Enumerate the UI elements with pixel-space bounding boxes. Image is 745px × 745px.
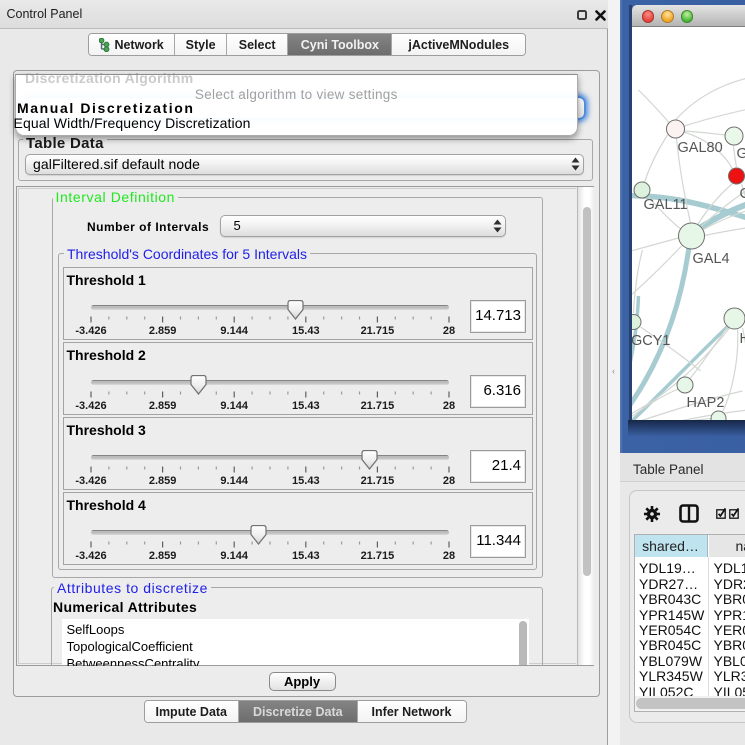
svg-text:GAL3: GAL3: [736, 146, 745, 162]
svg-text:GAL4: GAL4: [692, 251, 729, 267]
svg-text:GAL11: GAL11: [643, 197, 687, 213]
svg-text:GAL80: GAL80: [677, 140, 722, 156]
svg-text:C: C: [739, 186, 745, 202]
svg-text:HAP2: HAP2: [686, 395, 724, 411]
svg-text:GCY1: GCY1: [632, 333, 671, 349]
svg-text:H: H: [739, 331, 745, 347]
